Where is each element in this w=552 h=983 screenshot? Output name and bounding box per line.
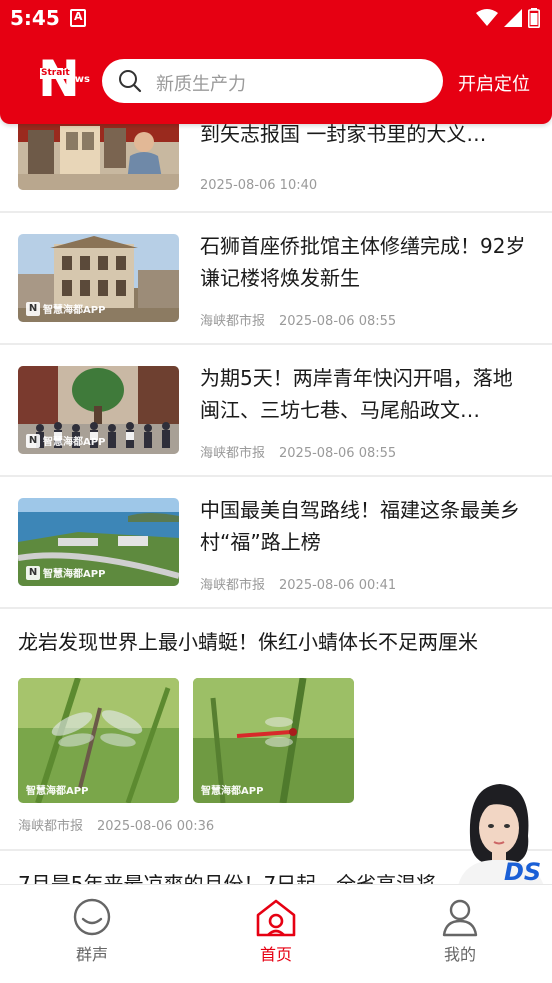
app-header: 5:45 A N Strait ews 新质生产力 开启定位 xyxy=(0,0,552,124)
watermark: N 智慧海都APP xyxy=(26,301,105,316)
battery-icon xyxy=(528,8,540,28)
nav-item-mine[interactable]: 我的 xyxy=(410,897,510,965)
nav-label: 我的 xyxy=(443,945,476,964)
a-letter-icon: A xyxy=(70,9,86,27)
news-source: 海峡都市报 xyxy=(200,314,266,329)
virtual-assistant-avatar[interactable]: DS xyxy=(448,776,552,886)
news-item[interactable]: N 智慧海都APP 石狮首座侨批馆主体修缮完成！92岁谦记楼将焕发新生 海峡都市报… xyxy=(0,213,552,343)
news-source: 海峡都市报 xyxy=(18,819,84,834)
news-meta: 海峡都市报 2025-08-06 08:55 xyxy=(200,310,396,329)
news-item[interactable]: N 智慧海都APP 为期5天！两岸青年快闪开唱，落地闽江、三坊七巷、马尾船政文… … xyxy=(0,345,552,475)
search-input[interactable]: 新质生产力 xyxy=(102,59,443,103)
logo-tag: Strait xyxy=(40,68,71,79)
news-thumbnail: N 智慧海都APP xyxy=(18,234,179,322)
nav-label: 群声 xyxy=(75,945,108,964)
svg-text:DS: DS xyxy=(504,858,541,886)
app-logo[interactable]: N Strait ews xyxy=(38,54,90,104)
watermark: N 智慧海都APP xyxy=(26,433,105,448)
logo-suffix: ews xyxy=(68,74,90,85)
signal-icon xyxy=(504,9,522,27)
status-bar: 5:45 A xyxy=(0,0,552,38)
search-icon xyxy=(119,70,142,93)
news-time: 2025-08-06 00:36 xyxy=(97,819,215,834)
news-time: 2025-08-06 10:40 xyxy=(200,178,318,193)
nav-label: 首页 xyxy=(259,945,292,964)
news-source: 海峡都市报 xyxy=(200,578,266,593)
watermark: 智慧海都APP xyxy=(201,786,264,797)
gallery-image-1: 智慧海都APP xyxy=(18,678,179,803)
news-title: 龙岩发现世界上最小蜻蜓！侏红小蜻体长不足两厘米 xyxy=(18,630,478,654)
news-time: 2025-08-06 08:55 xyxy=(279,446,397,461)
wifi-icon xyxy=(476,9,498,26)
news-meta: 海峡都市报 2025-08-06 00:41 xyxy=(200,574,396,593)
nav-item-home[interactable]: 首页 xyxy=(226,897,326,965)
news-thumbnail: N 智慧海都APP xyxy=(18,498,179,586)
news-title: 为期5天！两岸青年快闪开唱，落地闽江、三坊七巷、马尾船政文… xyxy=(200,366,513,422)
news-item[interactable]: N 智慧海都APP 中国最美自驾路线！福建这条最美乡村“福”路上榜 海峡都市报 20… xyxy=(0,477,552,607)
news-meta: 2025-08-06 10:40 xyxy=(200,178,317,193)
news-title: 石狮首座侨批馆主体修缮完成！92岁谦记楼将焕发新生 xyxy=(200,234,526,290)
locate-button[interactable]: 开启定位 xyxy=(458,70,530,96)
user-icon xyxy=(442,899,478,937)
news-time: 2025-08-06 08:55 xyxy=(279,314,397,329)
bottom-nav: 群声 首页 我的 xyxy=(0,884,552,983)
status-icons xyxy=(476,8,540,28)
news-title: 中国最美自驾路线！福建这条最美乡村“福”路上榜 xyxy=(200,498,520,554)
search-placeholder: 新质生产力 xyxy=(156,74,246,95)
smile-bubble-icon xyxy=(73,898,111,936)
news-time: 2025-08-06 00:41 xyxy=(279,578,397,593)
nav-item-qunsheng[interactable]: 群声 xyxy=(42,897,142,965)
gallery-image-2: 智慧海都APP xyxy=(193,678,354,803)
watermark: 智慧海都APP xyxy=(26,786,89,797)
home-icon xyxy=(256,899,296,937)
news-meta: 海峡都市报 2025-08-06 08:55 xyxy=(200,442,396,461)
status-time: 5:45 xyxy=(10,6,60,30)
news-thumbnail: N 智慧海都APP xyxy=(18,366,179,454)
news-meta: 海峡都市报 2025-08-06 00:36 xyxy=(18,815,214,834)
news-source: 海峡都市报 xyxy=(200,446,266,461)
watermark: N 智慧海都APP xyxy=(26,565,105,580)
